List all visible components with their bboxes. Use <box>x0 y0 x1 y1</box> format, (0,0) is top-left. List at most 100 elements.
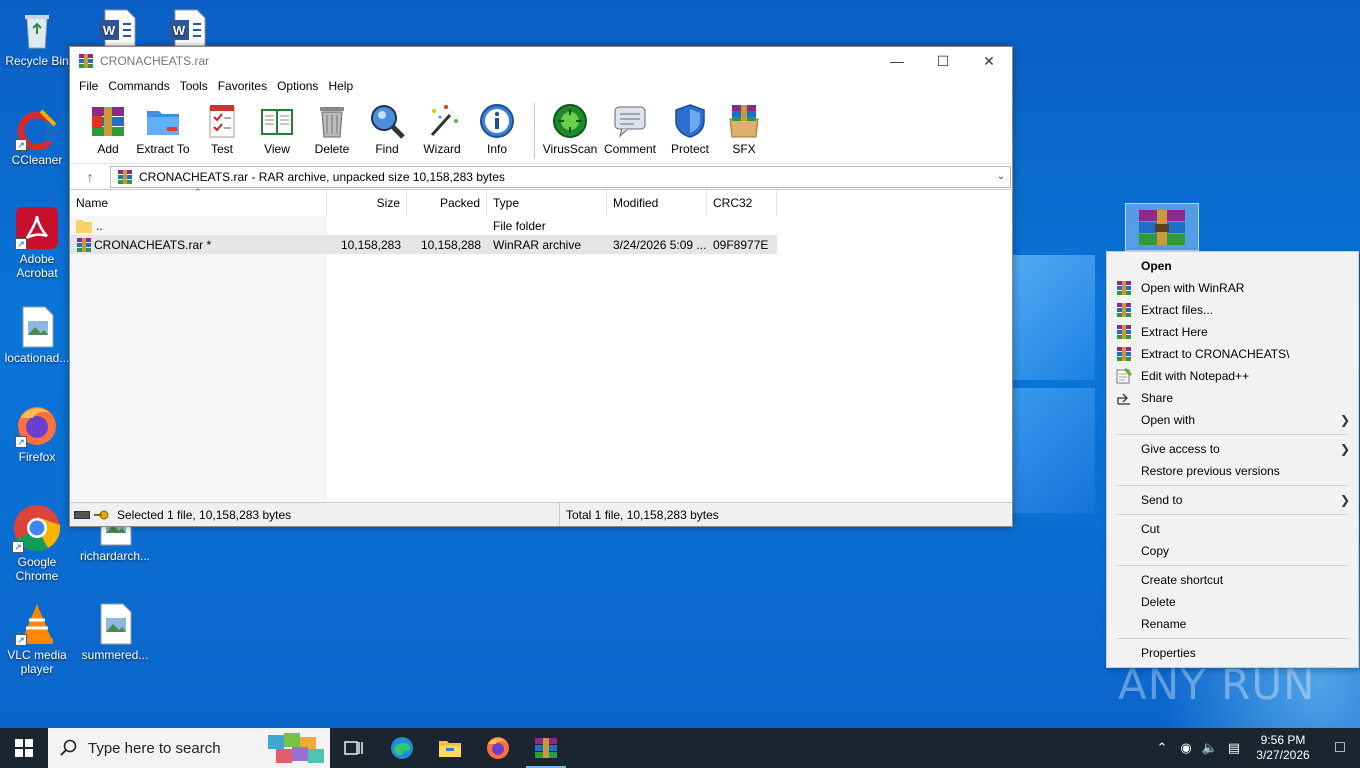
address-box[interactable]: CRONACHEATS.rar - RAR archive, unpacked … <box>110 165 1011 188</box>
menu-item-create-shortcut[interactable]: Create shortcut <box>1107 569 1358 591</box>
taskbar: Type here to search ⌃ ◉ 🔈 ▤ 9:56 PM 3/27… <box>0 728 1360 768</box>
row-type: File folder <box>493 218 546 233</box>
file-explorer-icon <box>439 741 461 757</box>
view-label: View <box>264 142 290 156</box>
meet-now-icon[interactable]: ◉ <box>1174 740 1198 756</box>
taskbar-firefox[interactable] <box>474 728 522 768</box>
menu-favorites[interactable]: Favorites <box>213 79 272 93</box>
desktop-icon-adobe-acrobat[interactable]: ↗ Adobe Acrobat <box>2 206 72 280</box>
maximize-button[interactable]: ☐ <box>920 47 966 75</box>
menu-item-extract-here[interactable]: Extract Here <box>1107 321 1358 343</box>
menu-item-properties[interactable]: Properties <box>1107 642 1358 664</box>
notifications-icon[interactable]: □ <box>1320 739 1360 757</box>
address-text: CRONACHEATS.rar - RAR archive, unpacked … <box>139 169 505 184</box>
column-type[interactable]: Type <box>487 190 607 216</box>
menu-item-label: Extract files... <box>1141 303 1214 317</box>
menu-commands[interactable]: Commands <box>103 79 174 93</box>
desktop-icon-cronacheats-rar[interactable] <box>1125 203 1199 251</box>
notepadpp-icon <box>1116 368 1132 384</box>
extract-to-icon <box>147 111 179 135</box>
close-button[interactable]: ✕ <box>966 47 1012 75</box>
minimize-button[interactable]: — <box>874 47 920 75</box>
desktop-icon-recycle-bin[interactable]: Recycle Bin <box>2 8 72 68</box>
menu-item-extract-to-folder[interactable]: Extract to CRONACHEATS\ <box>1107 343 1358 365</box>
chevron-up-icon[interactable]: ⌃ <box>1150 740 1174 756</box>
desktop-icon-google-chrome[interactable]: ↗ Google Chrome <box>2 503 72 583</box>
task-view-button[interactable] <box>330 728 378 768</box>
menu-options[interactable]: Options <box>272 79 323 93</box>
column-modified[interactable]: Modified <box>607 190 707 216</box>
desktop-icon-summered[interactable]: summered... <box>76 602 154 662</box>
status-selected: Selected 1 file, 10,158,283 bytes <box>117 507 292 522</box>
table-row[interactable]: CRONACHEATS.rar * 10,158,283 10,158,288 … <box>70 235 777 254</box>
menu-item-give-access-to[interactable]: Give access to ❯ <box>1107 438 1358 460</box>
task-view-icon <box>344 741 363 755</box>
menu-item-copy[interactable]: Copy <box>1107 540 1358 562</box>
menu-tools[interactable]: Tools <box>175 79 213 93</box>
taskbar-edge[interactable] <box>378 728 426 768</box>
menu-item-label: Properties <box>1141 646 1196 660</box>
volume-icon[interactable]: 🔈 <box>1198 740 1222 756</box>
sfx-label: SFX <box>732 142 756 156</box>
menu-item-restore-previous-versions[interactable]: Restore previous versions <box>1107 460 1358 482</box>
menu-item-open-with[interactable]: Open with ❯ <box>1107 409 1358 431</box>
desktop-icon-ccleaner[interactable]: ↗ CCleaner <box>2 107 72 167</box>
wizard-button[interactable]: Wizard <box>414 97 470 163</box>
comment-button[interactable]: Comment <box>597 97 663 163</box>
shortcut-arrow-icon: ↗ <box>15 238 27 250</box>
toolbar: Add Extract To Test View Delete Find Wiz… <box>70 97 1012 163</box>
desktop-icon-vlc[interactable]: ↗ VLC media player <box>2 602 72 676</box>
menu-item-label: Cut <box>1141 522 1160 536</box>
search-highlight-puzzle-icon <box>268 733 324 763</box>
winrar-window[interactable]: CRONACHEATS.rar — ☐ ✕ File Commands Tool… <box>69 46 1013 527</box>
winrar-icon <box>1117 303 1131 317</box>
desktop-icon-firefox[interactable]: ↗ Firefox <box>2 404 72 464</box>
up-arrow-icon[interactable]: ↑ <box>70 169 110 185</box>
info-button[interactable]: Info <box>470 97 524 163</box>
taskbar-winrar[interactable] <box>522 728 570 768</box>
chevron-down-icon[interactable]: ⌄ <box>992 171 1010 182</box>
menu-item-delete[interactable]: Delete <box>1107 591 1358 613</box>
test-button[interactable]: Test <box>194 97 250 163</box>
desktop-icon-locationad[interactable]: locationad... <box>2 305 72 365</box>
network-icon[interactable]: ▤ <box>1222 740 1246 756</box>
menu-item-open[interactable]: Open <box>1107 255 1358 277</box>
view-button[interactable]: View <box>250 97 304 163</box>
table-row[interactable]: .. File folder <box>70 216 1012 235</box>
delete-button[interactable]: Delete <box>304 97 360 163</box>
column-packed[interactable]: Packed <box>407 190 487 216</box>
start-button[interactable] <box>0 728 48 768</box>
protect-button[interactable]: Protect <box>663 97 717 163</box>
winrar-icon <box>1117 325 1131 339</box>
menu-item-share[interactable]: Share <box>1107 387 1358 409</box>
menu-item-cut[interactable]: Cut <box>1107 518 1358 540</box>
wallpaper-beam <box>1005 388 1095 513</box>
menu-item-edit-with-notepadpp[interactable]: Edit with Notepad++ <box>1107 365 1358 387</box>
find-button[interactable]: Find <box>360 97 414 163</box>
winrar-icon <box>1117 281 1131 295</box>
row-packed: 10,158,288 <box>420 237 481 252</box>
menu-file[interactable]: File <box>74 79 103 93</box>
desktop-icon-label: richardarch... <box>79 549 151 563</box>
file-list[interactable]: Name Size Packed Type Modified CRC32 ⌃ .… <box>70 187 1012 504</box>
menu-item-open-with-winrar[interactable]: Open with WinRAR <box>1107 277 1358 299</box>
search-box[interactable]: Type here to search <box>48 728 330 768</box>
title-bar[interactable]: CRONACHEATS.rar — ☐ ✕ <box>70 47 1012 75</box>
sfx-button[interactable]: SFX <box>717 97 771 163</box>
menu-item-extract-files[interactable]: Extract files... <box>1107 299 1358 321</box>
menu-separator <box>1117 514 1348 515</box>
menu-item-rename[interactable]: Rename <box>1107 613 1358 635</box>
taskbar-file-explorer[interactable] <box>426 728 474 768</box>
menu-item-send-to[interactable]: Send to ❯ <box>1107 489 1358 511</box>
desktop-icon-label: CCleaner <box>11 153 63 167</box>
menu-help[interactable]: Help <box>323 79 358 93</box>
extract-to-button[interactable]: Extract To <box>132 97 194 163</box>
key-icon[interactable] <box>93 510 109 520</box>
column-size[interactable]: Size <box>327 190 407 216</box>
virusscan-button[interactable]: VirusScan <box>543 97 597 163</box>
row-name: .. <box>96 218 103 233</box>
add-button[interactable]: Add <box>84 97 132 163</box>
clock[interactable]: 9:56 PM 3/27/2026 <box>1246 733 1320 763</box>
column-crc32[interactable]: CRC32 <box>707 190 777 216</box>
name-column-shade <box>70 216 327 504</box>
